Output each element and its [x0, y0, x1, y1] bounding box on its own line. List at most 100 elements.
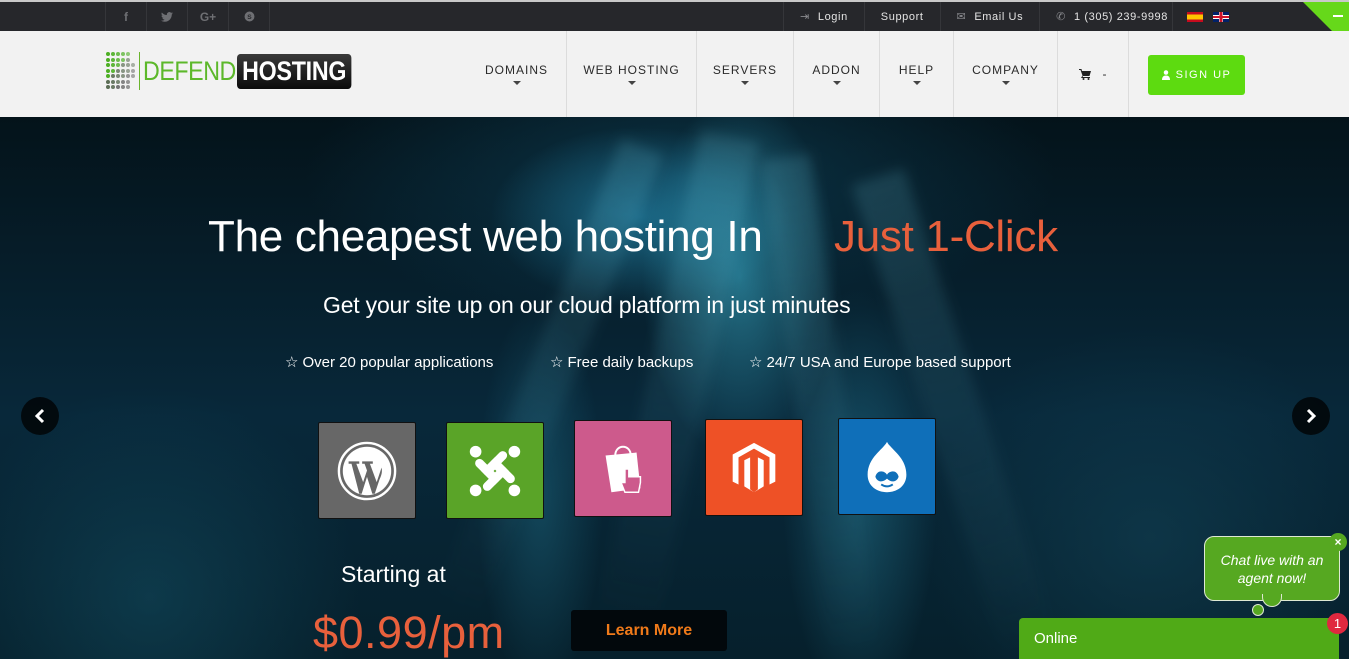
- app-tile-drupal[interactable]: [838, 418, 936, 515]
- feature-item: ☆ 24/7 USA and Europe based support: [749, 353, 1011, 371]
- chevron-right-icon: [1306, 408, 1317, 424]
- nav-help[interactable]: HELP: [880, 31, 954, 117]
- feature-label: Over 20 popular applications: [302, 354, 494, 371]
- nav-domains[interactable]: DOMAINS: [467, 31, 567, 117]
- svg-text:S: S: [247, 14, 252, 21]
- logo-dot: [126, 63, 130, 67]
- support-label: Support: [880, 10, 924, 23]
- support-link[interactable]: Support: [863, 2, 940, 31]
- minus-icon[interactable]: [1333, 15, 1343, 17]
- logo-dot: [116, 63, 120, 67]
- logo-dot: [121, 57, 125, 62]
- chat-invite-bubble[interactable]: Chat live with an agent now!: [1204, 536, 1340, 601]
- main-header: DEFEND HOSTING DOMAINS WEB HOSTING SERVE…: [0, 31, 1349, 117]
- logo-dot: [126, 74, 130, 78]
- uk-flag-icon[interactable]: [1213, 11, 1229, 22]
- sign-up-button[interactable]: SIGN UP: [1148, 55, 1245, 95]
- logo-dot: [106, 68, 110, 73]
- twitter-icon[interactable]: [147, 2, 188, 31]
- top-links: ⇥ Login Support ✉ Email Us ✆ 1 (305) 239…: [783, 2, 1184, 31]
- learn-more-button[interactable]: Learn More: [571, 610, 727, 651]
- logo-dot: [126, 85, 130, 89]
- logo-dot: [111, 63, 115, 67]
- logo-dot: [121, 52, 125, 56]
- app-tile-joomla[interactable]: [446, 422, 544, 519]
- logo-dot: [131, 74, 135, 78]
- main-nav: DOMAINS WEB HOSTING SERVERS ADDON HELP C…: [467, 31, 1129, 117]
- nav-label: COMPANY: [972, 63, 1039, 77]
- star-outline-icon: ☆: [749, 354, 763, 371]
- logo[interactable]: DEFEND HOSTING: [106, 51, 370, 91]
- email-link[interactable]: ✉ Email Us: [939, 2, 1040, 31]
- logo-dot: [121, 85, 125, 89]
- nav-servers[interactable]: SERVERS: [697, 31, 794, 117]
- logo-dot: [111, 57, 115, 62]
- logo-dot: [106, 52, 110, 56]
- feature-item: ☆ Over 20 popular applications: [285, 353, 493, 371]
- spain-flag-icon[interactable]: [1187, 11, 1203, 22]
- shopping-bag-icon: [605, 445, 642, 493]
- logo-text-defend: DEFEND: [143, 55, 236, 86]
- phone-icon: ✆: [1056, 11, 1066, 23]
- logo-dot: [116, 74, 120, 78]
- logo-dot: [111, 68, 115, 73]
- nav-label: DOMAINS: [484, 63, 548, 77]
- joomla-icon: [469, 445, 521, 496]
- phone-label: 1 (305) 239-9998: [1074, 10, 1168, 23]
- star-outline-icon: ☆: [550, 354, 564, 371]
- logo-dot: [116, 52, 120, 56]
- slider-next-button[interactable]: [1292, 397, 1330, 435]
- logo-dot: [106, 85, 110, 89]
- login-link[interactable]: ⇥ Login: [783, 2, 864, 31]
- facebook-icon[interactable]: f: [106, 2, 147, 31]
- headline-main: The cheapest web hosting In: [208, 212, 763, 261]
- logo-dots-icon: [106, 52, 136, 90]
- close-icon[interactable]: ×: [1329, 533, 1347, 551]
- logo-dot: [106, 57, 110, 62]
- logo-dot: [111, 79, 115, 84]
- chevron-left-icon: [34, 408, 45, 424]
- app-tile-wordpress[interactable]: [318, 422, 416, 519]
- caret-down-icon: [627, 81, 636, 85]
- feature-item: ☆ Free daily backups: [550, 353, 693, 371]
- top-bar: f G+ S ⇥ Login Support ✉ Email Us ✆ 1 (3…: [0, 0, 1349, 48]
- logo-dot: [126, 68, 130, 73]
- chat-invite-text: Chat live with an agent now!: [1220, 552, 1324, 586]
- social-links: f G+ S: [105, 2, 270, 31]
- nav-web-hosting[interactable]: WEB HOSTING: [567, 31, 697, 117]
- google-plus-icon[interactable]: G+: [188, 2, 229, 31]
- chat-status: Online: [1034, 630, 1078, 647]
- nav-company[interactable]: COMPANY: [954, 31, 1058, 117]
- logo-dot: [126, 57, 130, 62]
- email-label: Email Us: [974, 10, 1024, 23]
- logo-dot: [111, 52, 115, 56]
- headline-accent: Just 1-Click: [834, 212, 1058, 261]
- logo-dot: [121, 68, 125, 73]
- logo-dot: [131, 63, 135, 67]
- feature-label: Free daily backups: [567, 354, 694, 371]
- logo-dot: [111, 74, 115, 78]
- app-tile-prestashop[interactable]: [574, 420, 672, 517]
- bubble-tail-dot: [1252, 604, 1264, 616]
- logo-dot: [116, 57, 120, 62]
- logo-dot: [106, 63, 110, 67]
- envelope-icon: ✉: [956, 11, 967, 23]
- slider-prev-button[interactable]: [21, 397, 59, 435]
- caret-down-icon: [1001, 81, 1010, 85]
- sign-in-icon: ⇥: [800, 11, 810, 23]
- phone-number: ✆ 1 (305) 239-9998: [1039, 2, 1184, 31]
- user-icon: [1161, 70, 1170, 80]
- logo-dot: [121, 79, 125, 84]
- language-switcher: [1172, 2, 1229, 31]
- nav-label: WEB HOSTING: [583, 63, 680, 77]
- nav-addon[interactable]: ADDON: [794, 31, 880, 117]
- chat-bar[interactable]: Online: [1019, 618, 1339, 659]
- nav-cart[interactable]: -: [1058, 31, 1129, 117]
- skype-icon[interactable]: S: [229, 2, 270, 31]
- logo-text-hosting: HOSTING: [237, 53, 352, 89]
- hero-slider: The cheapest web hosting In Just 1-Click…: [0, 117, 1349, 659]
- nav-label: SERVERS: [712, 63, 778, 77]
- caret-down-icon: [832, 81, 841, 85]
- app-tile-magento[interactable]: [705, 419, 803, 516]
- unread-badge: 1: [1327, 613, 1348, 634]
